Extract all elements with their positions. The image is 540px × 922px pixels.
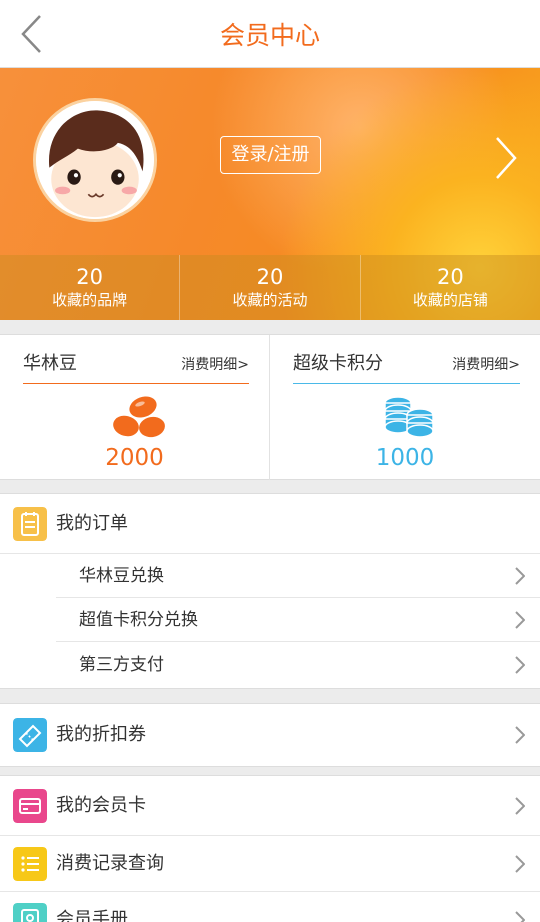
top-nav-bar: 会员中心 <box>0 0 540 68</box>
profile-banner: 登录/注册 20 收藏的品牌 20 收藏的活动 20 收藏的店铺 <box>0 68 540 320</box>
beans-title: 华林豆 <box>23 353 77 374</box>
divider <box>293 383 520 384</box>
stat-favorite-stores[interactable]: 20 收藏的店铺 <box>361 255 540 320</box>
chevron-right-icon <box>515 610 525 629</box>
stat-label: 收藏的店铺 <box>412 291 488 309</box>
divider <box>23 383 249 384</box>
chevron-right-icon <box>515 566 525 585</box>
coupons-section: 我的折扣券 <box>0 703 540 767</box>
chevron-right-icon <box>515 911 525 922</box>
menu-item-handbook[interactable]: 会员手册 <box>0 892 540 922</box>
beans-card: 华林豆 消费明细> 2000 <box>0 335 270 480</box>
orders-header[interactable]: 我的订单 <box>0 494 540 554</box>
member-menu-section: 我的会员卡 消费记录查询 会员手册 <box>0 775 540 922</box>
menu-item-label: 我的折扣券 <box>56 724 146 745</box>
chevron-right-icon <box>515 656 525 674</box>
menu-item-member-card[interactable]: 我的会员卡 <box>0 776 540 836</box>
asset-header: 华林豆 消费明细> <box>23 345 249 385</box>
beans-details-link[interactable]: 消费明细> <box>181 354 249 374</box>
chevron-right-icon <box>515 726 525 744</box>
points-details-link[interactable]: 消费明细> <box>452 354 520 374</box>
stat-value: 20 <box>256 265 284 289</box>
login-register-button[interactable]: 登录/注册 <box>220 136 321 174</box>
cartoon-avatar-icon <box>36 101 154 219</box>
list-item-label: 超值卡积分兑换 <box>79 609 198 630</box>
chevron-right-icon <box>515 796 525 815</box>
stat-favorite-brands[interactable]: 20 收藏的品牌 <box>0 255 181 320</box>
menu-item-records[interactable]: 消费记录查询 <box>0 836 540 892</box>
points-value: 1000 <box>375 445 435 471</box>
assets-panel: 华林豆 消费明细> 2000 超级卡积分 消费明细> 1000 <box>0 334 540 480</box>
list-item-third-party-pay[interactable]: 第三方支付 <box>56 642 540 688</box>
handbook-icon <box>13 903 47 922</box>
stat-favorite-activities[interactable]: 20 收藏的活动 <box>180 255 361 320</box>
orders-title: 我的订单 <box>56 512 128 534</box>
points-card: 超级卡积分 消费明细> 1000 <box>270 335 540 480</box>
list-item-label: 华林豆兑换 <box>79 565 164 586</box>
stat-label: 收藏的活动 <box>232 291 308 309</box>
menu-item-label: 消费记录查询 <box>56 852 164 874</box>
menu-item-label: 会员手册 <box>56 909 128 922</box>
coupon-ticket-icon <box>13 718 47 752</box>
coin-stack-icon <box>384 396 434 438</box>
order-list-icon <box>13 506 47 541</box>
chevron-right-icon[interactable] <box>494 136 518 180</box>
stat-label: 收藏的品牌 <box>52 291 128 309</box>
asset-header: 超级卡积分 消费明细> <box>293 345 520 385</box>
points-title: 超级卡积分 <box>293 353 383 374</box>
chevron-right-icon <box>515 854 525 873</box>
beans-value: 2000 <box>105 445 164 471</box>
list-item-label: 第三方支付 <box>79 655 164 675</box>
stat-value: 20 <box>76 265 104 289</box>
list-item-points-exchange[interactable]: 超值卡积分兑换 <box>56 598 540 642</box>
favorites-stats: 20 收藏的品牌 20 收藏的活动 20 收藏的店铺 <box>0 255 540 320</box>
avatar[interactable] <box>33 98 157 222</box>
stat-value: 20 <box>436 265 464 289</box>
orders-section: 我的订单 华林豆兑换 超值卡积分兑换 第三方支付 <box>0 493 540 689</box>
record-list-icon <box>13 846 47 881</box>
menu-item-coupons[interactable]: 我的折扣券 <box>0 704 540 766</box>
page-title: 会员中心 <box>219 21 320 50</box>
menu-item-label: 我的会员卡 <box>56 794 146 816</box>
beans-icon <box>113 396 165 438</box>
list-item-beans-exchange[interactable]: 华林豆兑换 <box>56 554 540 598</box>
member-card-icon <box>13 788 47 823</box>
